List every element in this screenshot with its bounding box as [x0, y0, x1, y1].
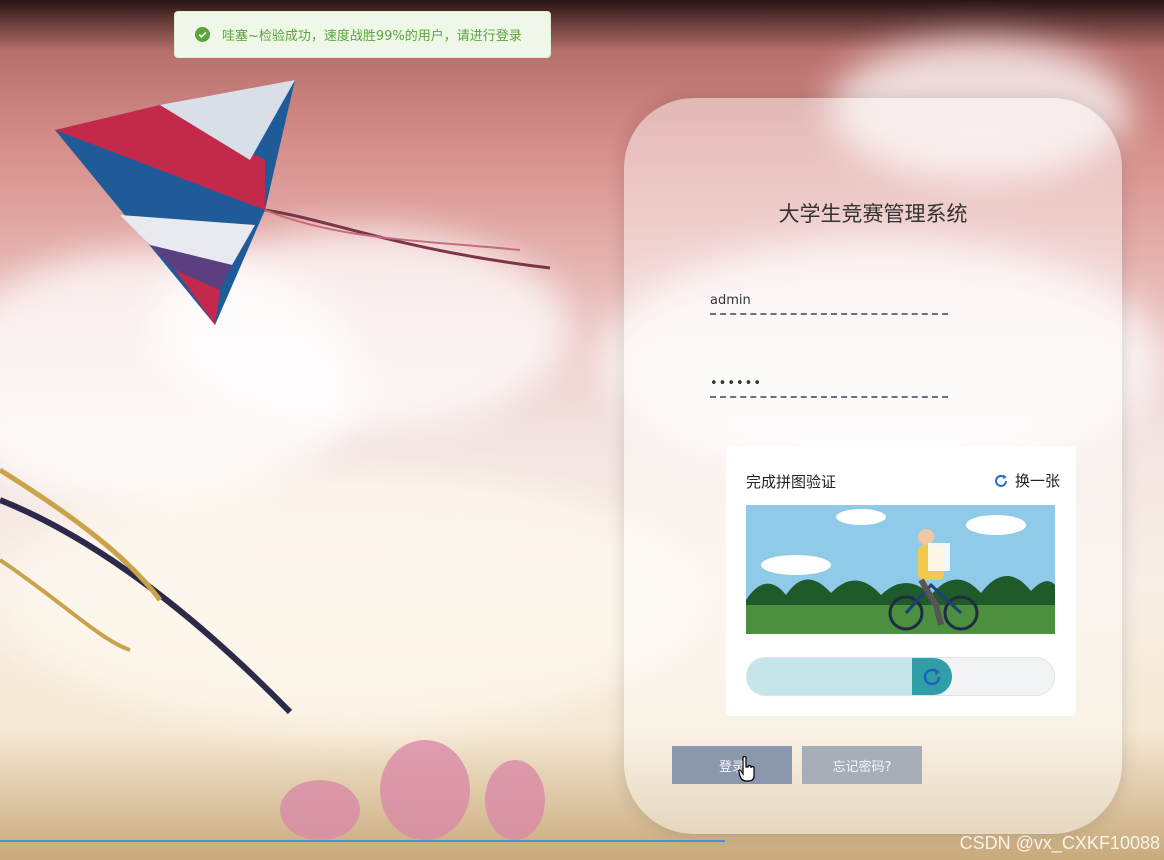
watermark: CSDN @vx_CXKF10088 [959, 833, 1160, 853]
captcha-title: 完成拼图验证 [746, 473, 837, 491]
slider-track-fill [747, 658, 913, 695]
username-field[interactable] [710, 287, 948, 315]
refresh-icon [923, 668, 941, 685]
refresh-icon [995, 474, 1007, 487]
captcha-puzzle-image [746, 505, 1055, 634]
slider-handle[interactable] [912, 658, 952, 695]
captcha-refresh-label: 换一张 [1014, 472, 1060, 490]
check-circle-icon [195, 27, 210, 42]
captcha-panel: 完成拼图验证 换一张 [726, 446, 1076, 716]
captcha-refresh-button[interactable]: 换一张 [993, 470, 1060, 491]
login-card: 大学生竞赛管理系统 完成拼图验证 换一张 [624, 98, 1122, 834]
progress-line [0, 840, 725, 842]
login-button[interactable]: 登录 [672, 746, 792, 784]
captcha-slider[interactable] [746, 657, 1055, 696]
forgot-password-button[interactable]: 忘记密码? [802, 746, 922, 784]
hand-cursor-icon [738, 756, 755, 782]
page-title: 大学生竞赛管理系统 [778, 202, 968, 226]
success-toast: 哇塞~检验成功，速度战胜99%的用户，请进行登录 [174, 11, 551, 58]
password-field[interactable] [710, 370, 948, 398]
toast-message: 哇塞~检验成功，速度战胜99%的用户，请进行登录 [222, 29, 522, 44]
